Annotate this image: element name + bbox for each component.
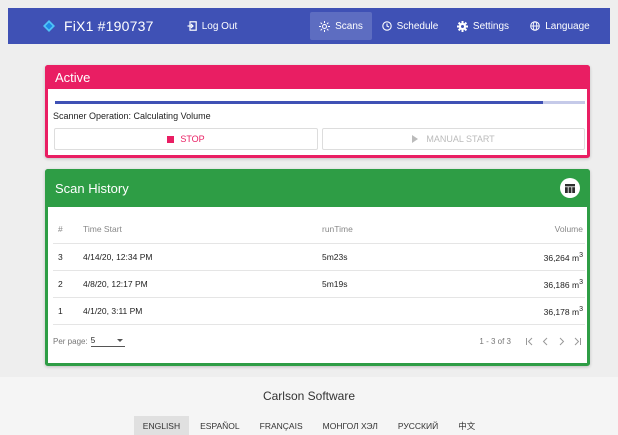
- row-number: 3: [53, 243, 83, 271]
- top-nav-bar: FiX1 #190737 Log Out Scans Schedule Sett…: [8, 8, 610, 44]
- page-range-text: 1 - 3 of 3: [479, 336, 511, 346]
- language-option-russian[interactable]: РУССКИЙ: [389, 416, 447, 435]
- scanner-status-text: Scanner Operation: Calculating Volume: [53, 111, 211, 121]
- row-volume: 36,186 m3: [492, 270, 585, 298]
- nav-schedule-button[interactable]: Schedule: [376, 12, 444, 40]
- logout-icon: [187, 21, 197, 31]
- previous-page-icon[interactable]: [537, 333, 553, 349]
- language-option-spanish[interactable]: ESPAÑOL: [191, 416, 249, 435]
- brand: FiX1 #190737: [43, 8, 154, 44]
- row-runtime: 5m23s: [322, 243, 492, 271]
- nav-settings-label: Settings: [472, 20, 510, 32]
- active-card: Active Scanner Operation: Calculating Vo…: [45, 65, 590, 158]
- active-card-header: Active: [45, 65, 590, 89]
- manual-start-label: MANUAL START: [426, 134, 495, 144]
- last-page-icon[interactable]: [569, 333, 585, 349]
- per-page-select[interactable]: 5: [90, 335, 125, 347]
- nav-settings-button[interactable]: Settings: [450, 12, 516, 40]
- next-page-icon[interactable]: [553, 333, 569, 349]
- table-header-row: # Time Start runTime Volume: [53, 216, 585, 244]
- row-runtime: [322, 297, 492, 325]
- column-header-volume[interactable]: Volume: [492, 216, 585, 244]
- scanner-logo-icon: [43, 20, 55, 32]
- company-name: Carlson Software: [262, 389, 356, 403]
- table-view-button[interactable]: [560, 178, 580, 198]
- scan-history-title: Scan History: [55, 180, 129, 196]
- row-volume: 36,264 m3: [492, 243, 585, 271]
- row-number: 2: [53, 270, 83, 298]
- column-header-time-start[interactable]: Time Start: [83, 216, 322, 244]
- language-switcher: ENGLISH ESPAÑOL FRANÇAIS МОНГОЛ ХЭЛ РУСС…: [0, 416, 618, 435]
- table-row[interactable]: 1 4/1/20, 3:11 PM 36,178 m3: [53, 297, 585, 325]
- scan-history-header: Scan History: [45, 169, 590, 207]
- language-option-chinese[interactable]: 中文: [449, 416, 484, 435]
- scan-history-table: # Time Start runTime Volume 3 4/14/20, 1…: [53, 216, 585, 325]
- device-title: FiX1 #190737: [64, 18, 154, 34]
- stop-label: STOP: [180, 134, 205, 144]
- language-option-mongolian[interactable]: МОНГОЛ ХЭЛ: [314, 416, 387, 435]
- table-row[interactable]: 2 4/8/20, 12:17 PM 5m19s 36,186 m3: [53, 270, 585, 298]
- per-page-value: 5: [90, 335, 96, 345]
- volume-value: 36,264 m: [543, 252, 580, 263]
- first-page-icon[interactable]: [521, 333, 537, 349]
- volume-value: 36,186 m: [543, 279, 580, 290]
- volume-unit-exponent: 3: [579, 304, 583, 313]
- stop-button[interactable]: STOP: [54, 128, 318, 150]
- row-time-start: 4/8/20, 12:17 PM: [83, 270, 322, 298]
- globe-icon: [530, 21, 541, 31]
- per-page-label: Per page:: [53, 336, 88, 346]
- footer: Carlson Software ENGLISH ESPAÑOL FRANÇAI…: [0, 377, 618, 435]
- row-number: 1: [53, 297, 83, 325]
- row-runtime: 5m19s: [322, 270, 492, 298]
- column-header-runtime[interactable]: runTime: [322, 216, 492, 244]
- nav-language-label: Language: [545, 20, 590, 32]
- progress-bar-fill: [55, 101, 543, 104]
- scan-history-card: Scan History # Time Start runTime Volume…: [45, 169, 590, 366]
- manual-start-button[interactable]: MANUAL START: [322, 128, 585, 150]
- column-header-number[interactable]: #: [53, 216, 83, 244]
- scan-sun-icon: [319, 20, 331, 32]
- stop-icon: [167, 135, 175, 143]
- language-option-french[interactable]: FRANÇAIS: [251, 416, 312, 435]
- nav-language-button[interactable]: Language: [522, 12, 598, 40]
- clock-icon: [381, 21, 392, 31]
- row-time-start: 4/14/20, 12:34 PM: [83, 243, 322, 271]
- progress-bar: [55, 101, 585, 104]
- table-icon: [565, 183, 575, 193]
- volume-unit-exponent: 3: [579, 277, 583, 286]
- row-volume: 36,178 m3: [492, 297, 585, 325]
- row-time-start: 4/1/20, 3:11 PM: [83, 297, 322, 325]
- table-row[interactable]: 3 4/14/20, 12:34 PM 5m23s 36,264 m3: [53, 243, 585, 271]
- dropdown-caret-icon: [116, 338, 123, 342]
- pager-controls: 1 - 3 of 3: [479, 333, 585, 349]
- volume-unit-exponent: 3: [579, 250, 583, 259]
- nav-scans-label: Scans: [335, 20, 363, 32]
- nav-schedule-label: Schedule: [396, 20, 439, 32]
- volume-value: 36,178 m: [543, 306, 580, 317]
- play-icon: [412, 135, 419, 143]
- active-card-title: Active: [55, 69, 91, 85]
- table-pagination: Per page: 5 1 - 3 of 3: [53, 331, 585, 351]
- logout-label: Log Out: [201, 20, 238, 32]
- language-option-english[interactable]: ENGLISH: [133, 416, 190, 435]
- gear-icon: [456, 20, 468, 32]
- nav-scans-button[interactable]: Scans: [310, 12, 372, 40]
- logout-button[interactable]: Log Out: [182, 12, 242, 40]
